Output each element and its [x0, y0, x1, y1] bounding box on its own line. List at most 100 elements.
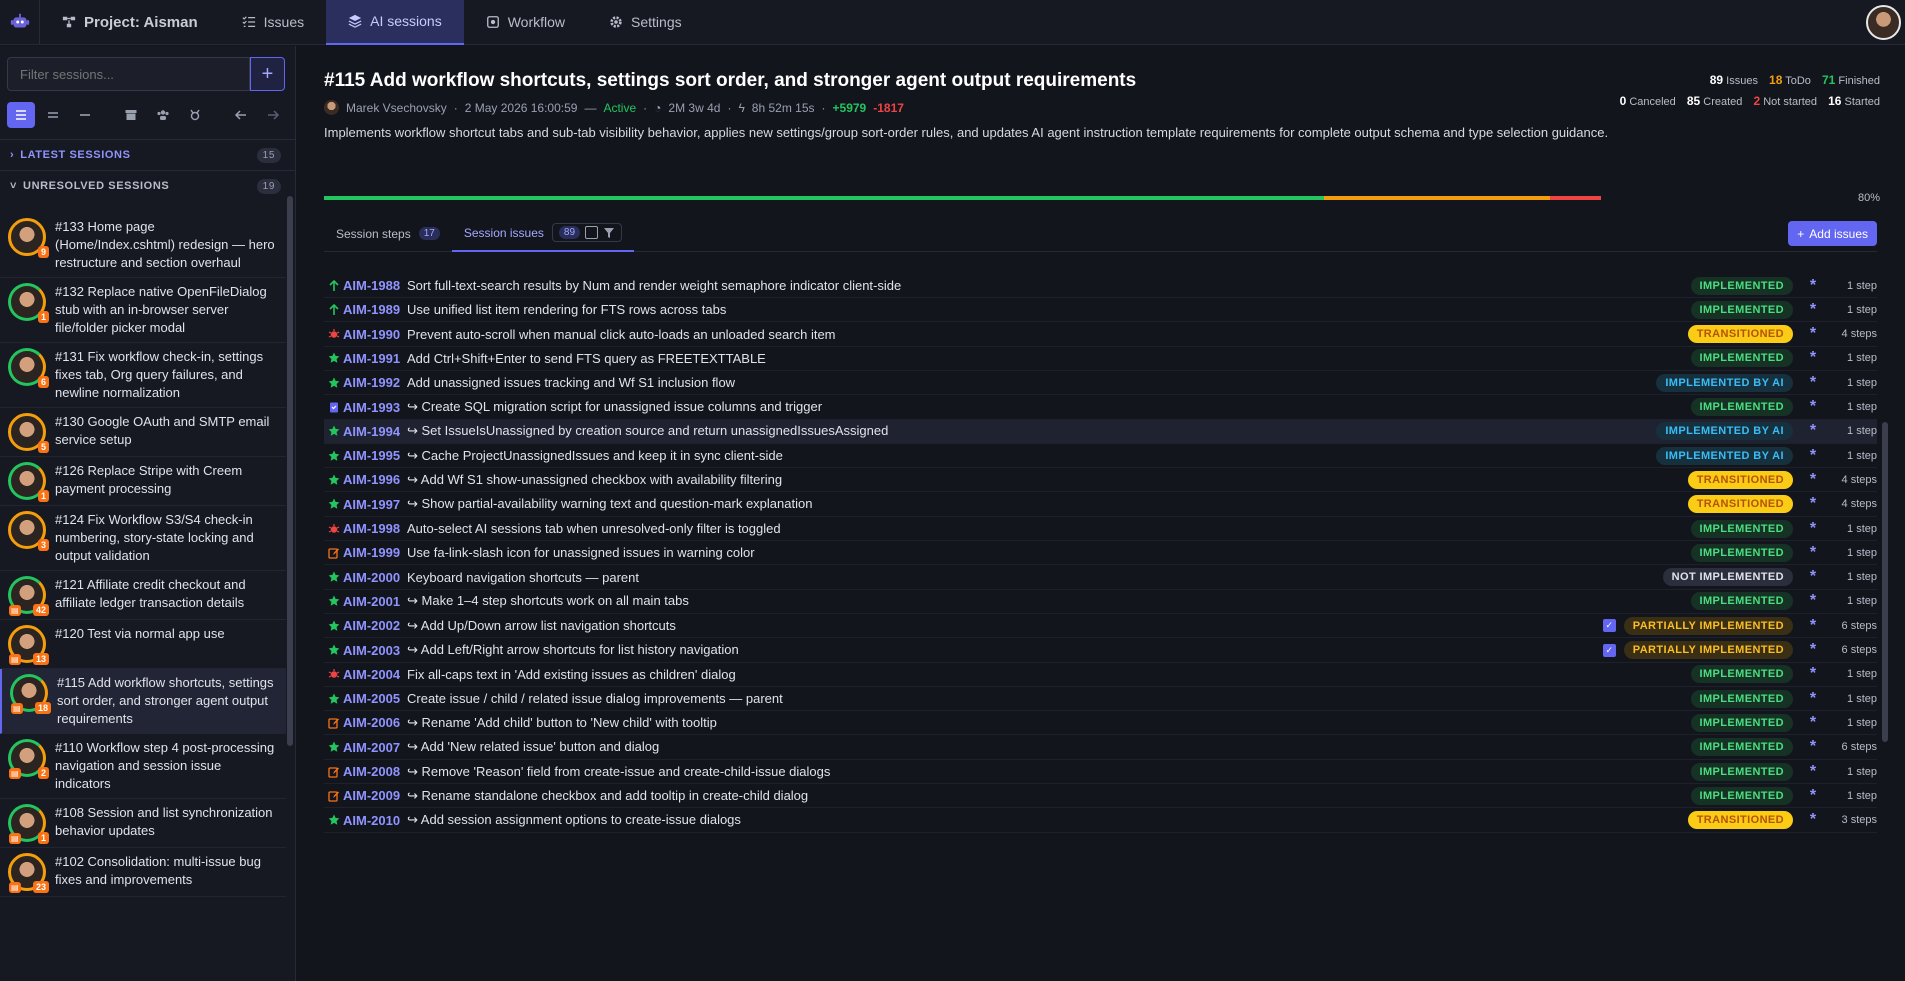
issue-id[interactable]: AIM-1990 [343, 327, 407, 342]
issue-id[interactable]: AIM-1991 [343, 351, 407, 366]
app-logo[interactable] [0, 0, 40, 45]
table-row[interactable]: AIM-2007 ↪ Add 'New related issue' button… [324, 736, 1877, 760]
issue-id[interactable]: AIM-2002 [343, 618, 407, 633]
asterisk-icon[interactable]: * [1799, 763, 1827, 781]
asterisk-icon[interactable]: * [1799, 447, 1827, 465]
issue-id[interactable]: AIM-1997 [343, 497, 407, 512]
issue-id[interactable]: AIM-1996 [343, 472, 407, 487]
history-back-button[interactable] [227, 102, 255, 128]
asterisk-icon[interactable]: * [1799, 617, 1827, 635]
add-session-button[interactable]: + [250, 57, 285, 91]
issue-id[interactable]: AIM-1989 [343, 302, 407, 317]
table-row[interactable]: AIM-1993 ↪ Create SQL migration script fo… [324, 396, 1877, 420]
asterisk-icon[interactable]: * [1799, 690, 1827, 708]
issue-id[interactable]: AIM-2008 [343, 764, 407, 779]
nav-ai-sessions[interactable]: AI sessions [326, 0, 464, 45]
asterisk-icon[interactable]: * [1799, 738, 1827, 756]
issue-id[interactable]: AIM-2001 [343, 594, 407, 609]
nav-settings[interactable]: Settings [587, 0, 704, 45]
unresolved-sessions-header[interactable]: ˅ UNRESOLVED SESSIONS 19 [0, 170, 295, 201]
table-row[interactable]: AIM-1997 ↪ Show partial-availability warn… [324, 493, 1877, 517]
issue-id[interactable]: AIM-2005 [343, 691, 407, 706]
filter-icon[interactable] [603, 227, 615, 239]
table-row[interactable]: AIM-1999 Use fa-link-slash icon for unass… [324, 541, 1877, 566]
issue-id[interactable]: AIM-1999 [343, 545, 407, 560]
table-row[interactable]: AIM-2004 Fix all-caps text in 'Add existi… [324, 663, 1877, 687]
table-row[interactable]: AIM-2002 ↪ Add Up/Down arrow list navigat… [324, 614, 1877, 639]
table-row[interactable]: AIM-2009 ↪ Rename standalone checkbox and… [324, 784, 1877, 809]
view-list-minimal-button[interactable] [71, 102, 99, 128]
table-row[interactable]: AIM-1998 Auto-select AI sessions tab when… [324, 517, 1877, 541]
issue-id[interactable]: AIM-1988 [343, 278, 407, 293]
issue-id[interactable]: AIM-2006 [343, 715, 407, 730]
table-row[interactable]: AIM-1995 ↪ Cache ProjectUnassignedIssues … [324, 444, 1877, 469]
nav-issues[interactable]: Issues [220, 0, 326, 45]
nav-project[interactable]: Project: Aisman [40, 0, 220, 45]
asterisk-icon[interactable]: * [1799, 398, 1827, 416]
session-list-item[interactable]: 6 #131 Fix workflow check-in, settings fi… [0, 343, 286, 408]
session-list-item[interactable]: ▤ 42 #121 Affiliate credit checkout and af… [0, 571, 286, 620]
issue-id[interactable]: AIM-1995 [343, 448, 407, 463]
asterisk-icon[interactable]: * [1799, 665, 1827, 683]
tab-session-issues[interactable]: Session issues 89 [451, 216, 635, 252]
sidebar-scrollbar[interactable] [287, 196, 293, 746]
asterisk-icon[interactable]: * [1799, 277, 1827, 295]
asterisk-icon[interactable]: * [1799, 422, 1827, 440]
asterisk-icon[interactable]: * [1799, 592, 1827, 610]
asterisk-icon[interactable]: * [1799, 641, 1827, 659]
filter-sessions-input[interactable] [7, 57, 250, 91]
issue-id[interactable]: AIM-1992 [343, 375, 407, 390]
agent-filter-button[interactable] [181, 102, 209, 128]
asterisk-icon[interactable]: * [1799, 349, 1827, 367]
issues-select-all-checkbox[interactable] [585, 226, 599, 239]
view-list-full-button[interactable] [7, 102, 35, 128]
view-list-compact-button[interactable] [39, 102, 67, 128]
session-list-item[interactable]: ▤ 1 #108 Session and list synchronization … [0, 799, 286, 848]
asterisk-icon[interactable]: * [1799, 544, 1827, 562]
table-row[interactable]: AIM-2005 Create issue / child / related i… [324, 687, 1877, 712]
session-list-item[interactable]: ▤ 2 #110 Workflow step 4 post-processing n… [0, 734, 286, 799]
issue-id[interactable]: AIM-1994 [343, 424, 407, 439]
session-list-item[interactable]: 9 #133 Home page (Home/Index.cshtml) rede… [0, 213, 286, 278]
table-row[interactable]: AIM-1994 ↪ Set IssueIsUnassigned by creat… [324, 419, 1877, 444]
issue-id[interactable]: AIM-1998 [343, 521, 407, 536]
issues-scrollbar[interactable] [1882, 422, 1888, 742]
issue-id[interactable]: AIM-2003 [343, 643, 407, 658]
table-row[interactable]: AIM-1990 Prevent auto-scroll when manual … [324, 323, 1877, 347]
user-avatar[interactable] [1866, 5, 1901, 40]
session-list-item[interactable]: 1 #132 Replace native OpenFileDialog stub… [0, 278, 286, 343]
asterisk-icon[interactable]: * [1799, 811, 1827, 829]
asterisk-icon[interactable]: * [1799, 787, 1827, 805]
table-row[interactable]: AIM-2003 ↪ Add Left/Right arrow shortcuts… [324, 639, 1877, 663]
table-row[interactable]: AIM-1991 Add Ctrl+Shift+Enter to send FTS… [324, 347, 1877, 371]
session-list-item[interactable]: ▤ 13 #120 Test via normal app use [0, 620, 286, 669]
issue-checkbox[interactable]: ✓ [1602, 619, 1616, 633]
tab-session-steps[interactable]: Session steps 17 [324, 216, 452, 252]
latest-sessions-header[interactable]: › LATEST SESSIONS 15 [0, 139, 295, 170]
asterisk-icon[interactable]: * [1799, 520, 1827, 538]
session-list-item[interactable]: 3 #124 Fix Workflow S3/S4 check-in number… [0, 506, 286, 571]
table-row[interactable]: AIM-2008 ↪ Remove 'Reason' field from cre… [324, 760, 1877, 784]
asterisk-icon[interactable]: * [1799, 714, 1827, 732]
session-author[interactable]: Marek Vsechovsky [346, 101, 447, 115]
issue-id[interactable]: AIM-2004 [343, 667, 407, 682]
table-row[interactable]: AIM-1989 Use unified list item rendering … [324, 298, 1877, 323]
table-row[interactable]: AIM-2010 ↪ Add session assignment options… [324, 809, 1877, 833]
issue-id[interactable]: AIM-2000 [343, 570, 407, 585]
issue-id[interactable]: AIM-1993 [343, 400, 407, 415]
issue-id[interactable]: AIM-2010 [343, 813, 407, 828]
asterisk-icon[interactable]: * [1799, 325, 1827, 343]
asterisk-icon[interactable]: * [1799, 301, 1827, 319]
asterisk-icon[interactable]: * [1799, 374, 1827, 392]
asterisk-icon[interactable]: * [1799, 568, 1827, 586]
add-issues-button[interactable]: + Add issues [1788, 221, 1877, 246]
table-row[interactable]: AIM-2006 ↪ Rename 'Add child' button to '… [324, 711, 1877, 736]
issue-checkbox[interactable]: ✓ [1602, 643, 1616, 657]
history-forward-button[interactable] [259, 102, 287, 128]
issue-id[interactable]: AIM-2009 [343, 788, 407, 803]
users-filter-button[interactable] [149, 102, 177, 128]
table-row[interactable]: AIM-2001 ↪ Make 1–4 step shortcuts work o… [324, 590, 1877, 614]
table-row[interactable]: AIM-1996 ↪ Add Wf S1 show-unassigned chec… [324, 468, 1877, 493]
table-row[interactable]: AIM-1992 Add unassigned issues tracking a… [324, 371, 1877, 396]
issue-id[interactable]: AIM-2007 [343, 740, 407, 755]
